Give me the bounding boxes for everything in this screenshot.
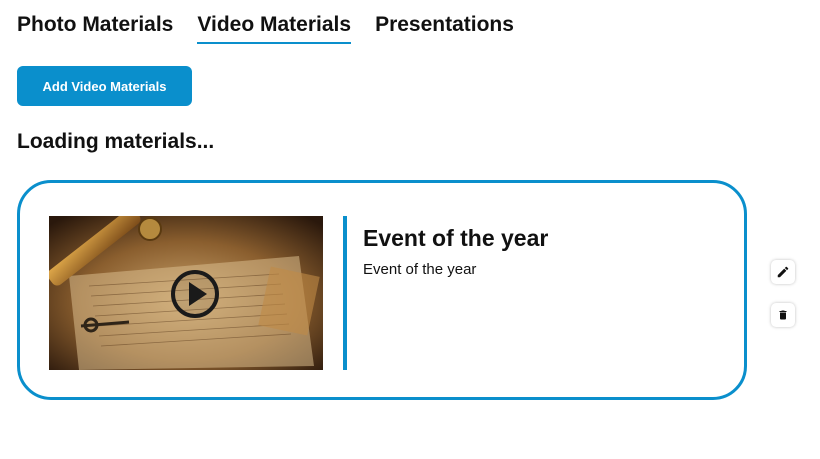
delete-button[interactable] [771, 303, 795, 327]
tab-presentations[interactable]: Presentations [375, 12, 514, 44]
material-card: Event of the year Event of the year [17, 180, 747, 400]
video-thumbnail[interactable] [49, 216, 323, 370]
add-video-materials-button[interactable]: Add Video Materials [17, 66, 192, 106]
material-title: Event of the year [363, 225, 549, 251]
trash-icon [779, 310, 787, 320]
tab-bar: Photo Materials Video Materials Presenta… [17, 12, 514, 44]
tab-video-materials[interactable]: Video Materials [197, 12, 352, 44]
edit-button[interactable] [771, 260, 795, 284]
thumbnail-image [49, 216, 323, 370]
tab-photo-materials[interactable]: Photo Materials [17, 12, 173, 44]
loading-status: Loading materials... [17, 130, 215, 153]
edit-icon [777, 266, 789, 278]
card-divider [343, 216, 347, 370]
material-description: Event of the year [363, 261, 477, 278]
